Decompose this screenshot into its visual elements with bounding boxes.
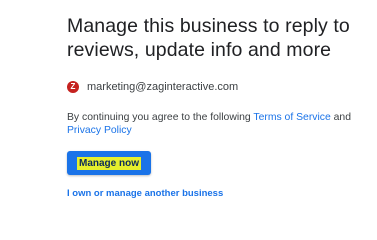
manage-now-label: Manage now <box>76 156 141 170</box>
terms-middle: and <box>330 112 351 123</box>
terms-prefix: By continuing you agree to the following <box>67 112 254 123</box>
account-email: marketing@zaginteractive.com <box>87 81 239 93</box>
manage-now-button[interactable]: Manage now <box>67 151 151 175</box>
manage-another-business-link[interactable]: I own or manage another business <box>67 188 223 199</box>
account-row: Z marketing@zaginteractive.com <box>67 79 238 95</box>
terms-of-service-link[interactable]: Terms of Service <box>253 112 330 123</box>
page-title: Manage this business to reply to reviews… <box>67 15 350 61</box>
terms-text: By continuing you agree to the following… <box>67 111 367 137</box>
privacy-policy-link[interactable]: Privacy Policy <box>67 125 132 136</box>
avatar: Z <box>67 81 79 93</box>
